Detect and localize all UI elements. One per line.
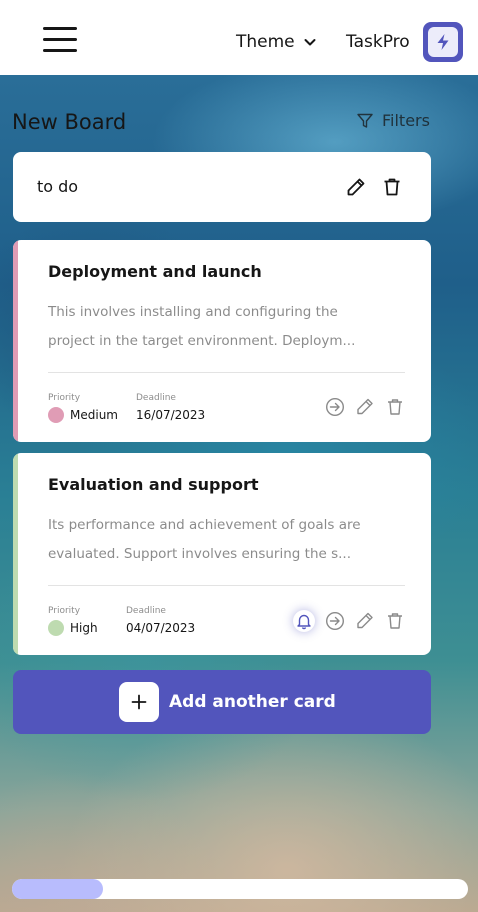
plus-icon: [119, 682, 159, 722]
board-title: New Board: [12, 110, 127, 134]
priority-value: Medium: [48, 407, 118, 423]
brand-name: TaskPro: [346, 32, 410, 52]
deadline-label: Deadline: [136, 393, 176, 403]
priority-value: High: [48, 620, 98, 636]
column-header: to do: [13, 152, 431, 222]
add-card-label: Add another card: [169, 692, 336, 712]
edit-column-icon[interactable]: [345, 176, 367, 198]
deadline-value: 04/07/2023: [126, 621, 196, 635]
divider: [48, 372, 405, 373]
delete-card-icon[interactable]: [385, 611, 405, 631]
task-card[interactable]: Evaluation and support Its performance a…: [13, 453, 431, 655]
chevron-down-icon: [304, 39, 316, 46]
deadline-value: 16/07/2023: [136, 408, 206, 422]
filters-label: Filters: [382, 111, 430, 130]
theme-dropdown[interactable]: Theme: [236, 32, 317, 52]
priority-stripe: [13, 240, 18, 442]
edit-card-icon[interactable]: [355, 397, 375, 417]
bell-icon[interactable]: [293, 610, 315, 632]
theme-label: Theme: [236, 32, 295, 52]
card-title: Evaluation and support: [48, 475, 259, 494]
priority-label: Priority: [48, 606, 81, 616]
priority-dot: [48, 407, 64, 423]
card-description: This involves installing and configuring…: [48, 304, 356, 349]
add-card-button[interactable]: Add another card: [13, 670, 431, 734]
delete-card-icon[interactable]: [385, 397, 405, 417]
priority-label: Priority: [48, 393, 81, 403]
edit-card-icon[interactable]: [355, 611, 375, 631]
priority-dot: [48, 620, 64, 636]
deadline-label: Deadline: [126, 606, 166, 616]
card-title: Deployment and launch: [48, 262, 262, 281]
task-card[interactable]: Deployment and launch This involves inst…: [13, 240, 431, 442]
scrollbar-thumb[interactable]: [12, 879, 103, 899]
divider: [48, 585, 405, 586]
filters-button[interactable]: Filters: [356, 111, 430, 130]
priority-text: High: [70, 621, 98, 635]
move-card-icon[interactable]: [325, 397, 345, 417]
card-description: Its performance and achievement of goals…: [48, 517, 361, 562]
horizontal-scrollbar[interactable]: [12, 879, 468, 899]
priority-stripe: [13, 453, 18, 655]
brand-logo[interactable]: [423, 22, 463, 62]
menu-burger-icon[interactable]: [43, 27, 77, 53]
filter-icon: [357, 113, 373, 128]
column-title: to do: [37, 177, 79, 196]
priority-text: Medium: [70, 408, 118, 422]
move-card-icon[interactable]: [325, 611, 345, 631]
header: Theme TaskPro: [0, 0, 478, 75]
delete-column-icon[interactable]: [381, 176, 403, 198]
lightning-icon: [437, 34, 449, 50]
